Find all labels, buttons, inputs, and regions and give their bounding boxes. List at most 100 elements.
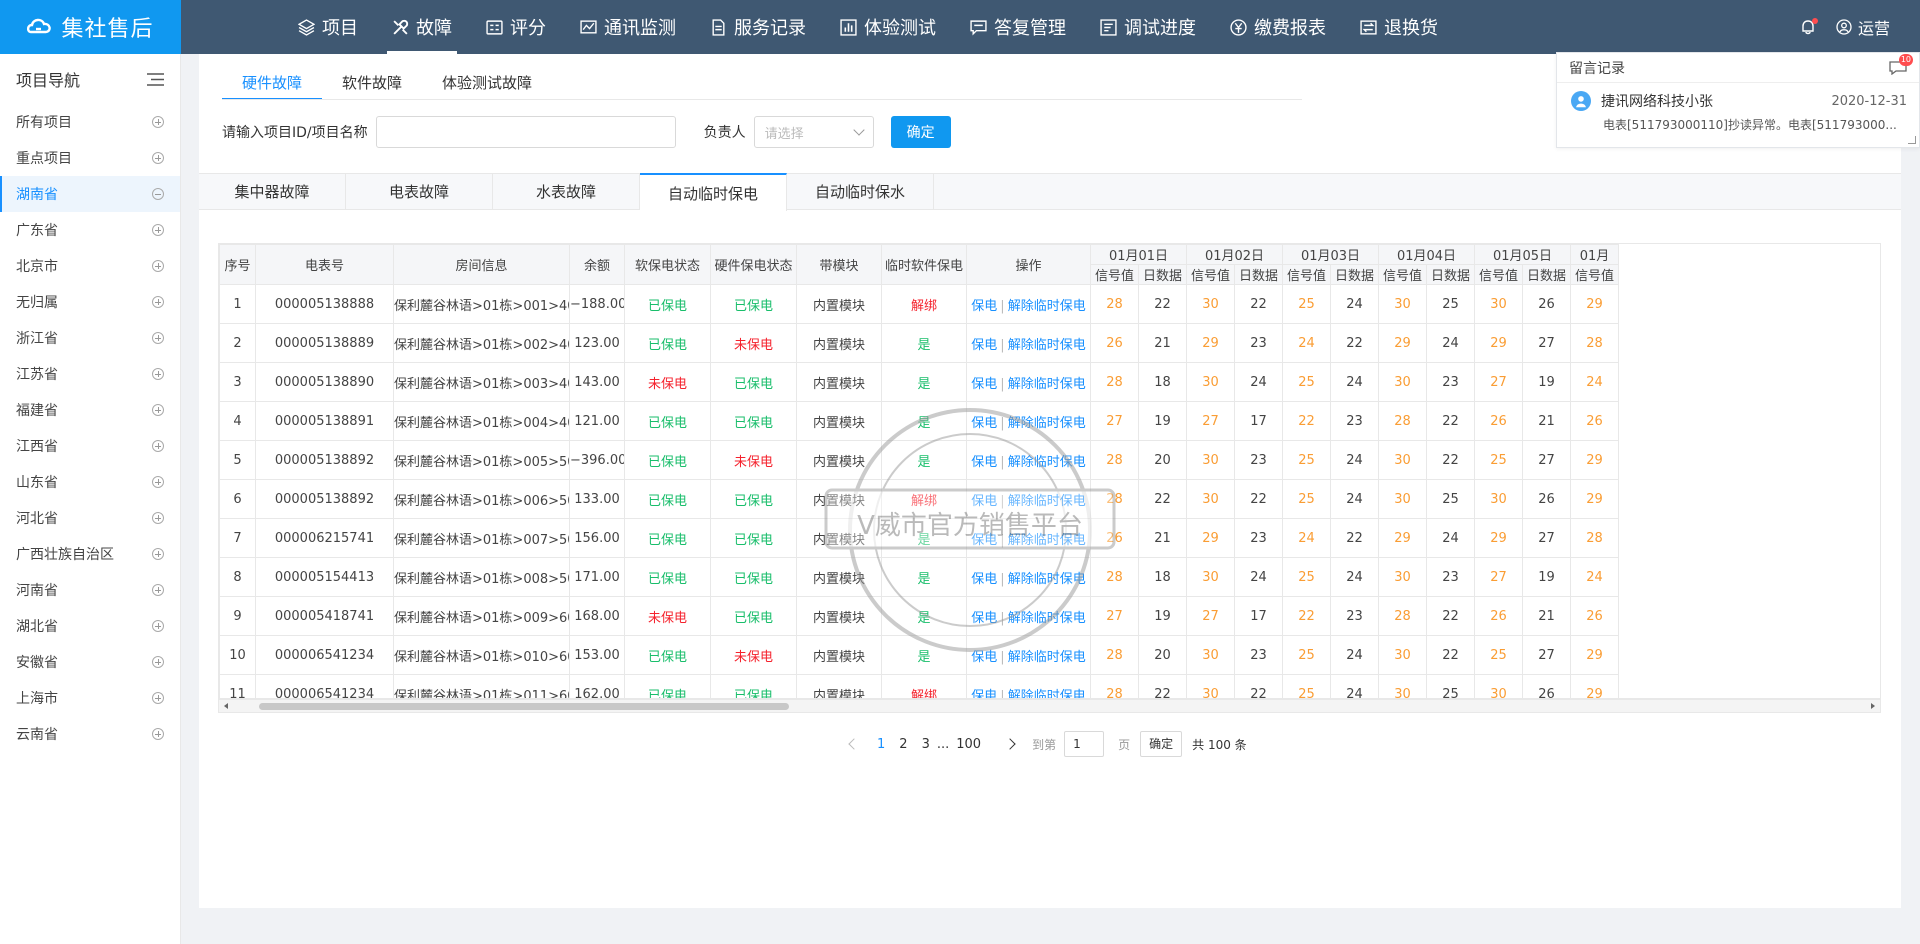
sidebar-item[interactable]: 江西省 [0, 428, 180, 464]
protect-link[interactable]: 保电 [971, 377, 997, 392]
table-row[interactable]: 5 000005138892 保利麓谷林语>01栋>005>501 −396.00 已保… [219, 440, 1619, 480]
table-row[interactable]: 8 000005154413 保利麓谷林语>01栋>008>504 171.00 已保电… [219, 557, 1619, 597]
sidebar-item[interactable]: 上海市 [0, 680, 180, 716]
expand-icon[interactable] [152, 116, 164, 128]
horizontal-scrollbar[interactable] [218, 699, 1881, 713]
release-protect-link[interactable]: 解除临时保电 [1008, 572, 1086, 587]
fault-tab[interactable]: 硬件故障 [222, 72, 323, 100]
expand-icon[interactable] [152, 620, 164, 632]
table-row[interactable]: 11 000006541234 保利麓谷林语>01栋>011>603 162.00 已保… [219, 674, 1619, 699]
nav-item-7[interactable]: 答复管理 [953, 0, 1083, 54]
protect-link[interactable]: 保电 [971, 455, 997, 470]
expand-icon[interactable] [152, 728, 164, 740]
sidebar-item[interactable]: 广东省 [0, 212, 180, 248]
expand-icon[interactable] [152, 512, 164, 524]
sidebar-item[interactable]: 河北省 [0, 500, 180, 536]
protect-link[interactable]: 保电 [971, 494, 997, 509]
expand-icon[interactable] [152, 224, 164, 236]
release-protect-link[interactable]: 解除临时保电 [1008, 338, 1086, 353]
nav-item-3[interactable]: 评分 [469, 0, 563, 54]
nav-item-8[interactable]: 调试进度 [1083, 0, 1213, 54]
brand-logo[interactable]: 集社售后 [0, 0, 181, 54]
page-last[interactable]: 100 [949, 737, 988, 752]
protect-link[interactable]: 保电 [971, 338, 997, 353]
device-tab[interactable]: 集中器故障 [199, 174, 346, 209]
user-name[interactable]: 运营 [1858, 15, 1890, 39]
release-protect-link[interactable]: 解除临时保电 [1008, 299, 1086, 314]
message-item[interactable]: 捷讯网络科技小张 2020-12-31 [1557, 83, 1919, 111]
expand-icon[interactable] [152, 332, 164, 344]
sidebar-item[interactable]: 湖北省 [0, 608, 180, 644]
owner-select[interactable]: 请选择 [753, 116, 874, 148]
chat-icon[interactable]: 10 [1889, 53, 1913, 75]
sidebar-item[interactable]: 安徽省 [0, 644, 180, 680]
goto-confirm-button[interactable]: 确定 [1140, 731, 1183, 757]
release-protect-link[interactable]: 解除临时保电 [1008, 377, 1086, 392]
release-protect-link[interactable]: 解除临时保电 [1008, 611, 1086, 626]
next-page-icon[interactable] [1004, 738, 1016, 750]
sidebar-item[interactable]: 福建省 [0, 392, 180, 428]
page-3[interactable]: 3 [915, 737, 937, 752]
expand-icon[interactable] [152, 548, 164, 560]
sidebar-item[interactable]: 湖南省 [0, 176, 180, 212]
device-tab[interactable]: 自动临时保电 [640, 173, 787, 211]
release-protect-link[interactable]: 解除临时保电 [1008, 494, 1086, 509]
expand-icon[interactable] [152, 476, 164, 488]
table-row[interactable]: 10 000006541234 保利麓谷林语>01栋>010>602 153.00 已保… [219, 635, 1619, 675]
fault-tab[interactable]: 软件故障 [322, 72, 422, 100]
sidebar-item[interactable]: 河南省 [0, 572, 180, 608]
page-2[interactable]: 2 [892, 737, 914, 752]
sidebar-item[interactable]: 北京市 [0, 248, 180, 284]
sidebar-item[interactable]: 广西壮族自治区 [0, 536, 180, 572]
scroll-right-icon[interactable] [1871, 703, 1875, 709]
sidebar-item[interactable]: 无归属 [0, 284, 180, 320]
goto-page-input[interactable]: 1 [1064, 731, 1105, 757]
table-row[interactable]: 9 000005418741 保利麓谷林语>01栋>009>601 168.00 未保电… [219, 596, 1619, 636]
table-row[interactable]: 1 000005138888 保利麓谷林语>01栋>001>401 −188.00 已保… [219, 284, 1619, 324]
device-tab[interactable]: 自动临时保水 [787, 174, 934, 209]
expand-icon[interactable] [152, 440, 164, 452]
release-protect-link[interactable]: 解除临时保电 [1008, 455, 1086, 470]
nav-item-4[interactable]: 通讯监测 [563, 0, 693, 54]
protect-link[interactable]: 保电 [971, 533, 997, 548]
table-row[interactable]: 2 000005138889 保利麓谷林语>01栋>002>402 123.00 已保电… [219, 323, 1619, 363]
user-icon[interactable] [1836, 19, 1852, 35]
expand-icon[interactable] [152, 692, 164, 704]
fault-tab[interactable]: 体验测试故障 [422, 72, 552, 100]
collapse-icon[interactable] [152, 188, 164, 200]
resize-handle-icon[interactable] [1908, 136, 1916, 144]
expand-icon[interactable] [152, 656, 164, 668]
filter-confirm-button[interactable]: 确定 [890, 116, 951, 148]
scrollbar-thumb[interactable] [259, 703, 789, 710]
table-row[interactable]: 6 000005138892 保利麓谷林语>01栋>006>502 133.00 已保电… [219, 479, 1619, 519]
sidebar-item[interactable]: 重点项目 [0, 140, 180, 176]
device-tab[interactable]: 水表故障 [493, 174, 640, 209]
sidebar-item[interactable]: 山东省 [0, 464, 180, 500]
nav-item-1[interactable]: 项目 [281, 0, 375, 54]
protect-link[interactable]: 保电 [971, 650, 997, 665]
device-tab[interactable]: 电表故障 [346, 174, 493, 209]
bell-icon[interactable] [1800, 18, 1818, 35]
release-protect-link[interactable]: 解除临时保电 [1008, 650, 1086, 665]
release-protect-link[interactable]: 解除临时保电 [1008, 416, 1086, 431]
page-1[interactable]: 1 [870, 737, 892, 752]
sidebar-item[interactable]: 浙江省 [0, 320, 180, 356]
table-row[interactable]: 3 000005138890 保利麓谷林语>01栋>003>403 143.00 未保电… [219, 362, 1619, 402]
nav-item-9[interactable]: 缴费报表 [1213, 0, 1343, 54]
nav-item-5[interactable]: 服务记录 [693, 0, 823, 54]
expand-icon[interactable] [152, 296, 164, 308]
prev-page-icon[interactable] [848, 738, 860, 750]
nav-item-2[interactable]: 故障 [375, 0, 469, 54]
protect-link[interactable]: 保电 [971, 689, 997, 699]
protect-link[interactable]: 保电 [971, 572, 997, 587]
protect-link[interactable]: 保电 [971, 611, 997, 626]
sidebar-item[interactable]: 所有项目 [0, 104, 180, 140]
protect-link[interactable]: 保电 [971, 416, 997, 431]
table-row[interactable]: 7 000006215741 保利麓谷林语>01栋>007>503 156.00 已保电… [219, 518, 1619, 558]
sidebar-item[interactable]: 江苏省 [0, 356, 180, 392]
expand-icon[interactable] [152, 584, 164, 596]
expand-icon[interactable] [152, 404, 164, 416]
table-row[interactable]: 4 000005138891 保利麓谷林语>01栋>004>404 121.00 已保电… [219, 401, 1619, 441]
expand-icon[interactable] [152, 368, 164, 380]
protect-link[interactable]: 保电 [971, 299, 997, 314]
